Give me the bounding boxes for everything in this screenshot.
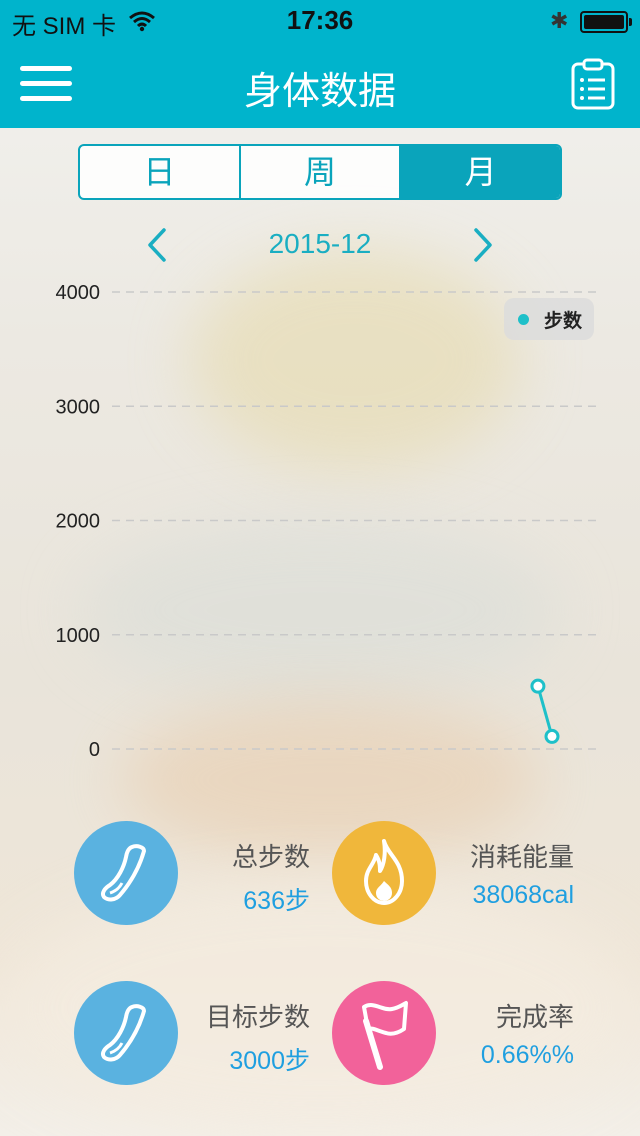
- energy-value: 38068cal: [472, 881, 574, 909]
- energy-label: 消耗能量: [469, 843, 574, 873]
- status-bar: 无 SIM 卡 17:36 ✱: [0, 0, 640, 40]
- data-point: [544, 728, 560, 744]
- target-steps-value: 3000步: [229, 1047, 310, 1075]
- energy-icon-circle: [332, 821, 436, 925]
- nav-bar: 身体数据: [0, 40, 640, 128]
- data-point: [530, 678, 546, 694]
- legend-dot: [518, 314, 529, 325]
- series-line: [536, 685, 554, 737]
- total-steps-label: 总步数: [231, 843, 310, 873]
- steps-line-chart: 4000 3000 2000 1000 0: [56, 282, 600, 761]
- segment-month[interactable]: 月: [401, 146, 560, 198]
- segment-day[interactable]: 日: [80, 146, 241, 198]
- total-steps-icon-circle: [74, 821, 178, 925]
- completion-icon-circle: [332, 981, 436, 1085]
- chart-legend: 步数: [504, 298, 594, 340]
- legend-label: 步数: [544, 310, 583, 332]
- period-segmented-control: 日 周 月: [78, 144, 562, 200]
- y-tick-label: 0: [89, 739, 100, 761]
- completion-label: 完成率: [495, 1003, 574, 1033]
- shoe-icon: [100, 844, 146, 902]
- y-tick-label: 3000: [56, 396, 101, 418]
- page-title: 身体数据: [243, 69, 396, 113]
- completion-value: 0.66%%: [480, 1041, 574, 1069]
- flag-icon: [362, 1001, 408, 1070]
- total-steps-value: 636步: [243, 887, 310, 915]
- battery-icon: [580, 11, 632, 33]
- segment-week[interactable]: 周: [241, 146, 402, 198]
- flame-icon: [364, 839, 404, 905]
- y-tick-label: 4000: [56, 282, 101, 304]
- y-tick-label: 1000: [56, 625, 101, 647]
- bluetooth-icon: ✱: [550, 8, 569, 33]
- y-tick-label: 2000: [56, 511, 101, 533]
- month-navigation: 2015-12: [0, 222, 640, 266]
- chevron-right-icon[interactable]: [466, 226, 500, 264]
- target-steps-label: 目标步数: [205, 1003, 310, 1033]
- current-month: 2015-12: [268, 228, 372, 259]
- clipboard-icon[interactable]: [570, 58, 616, 110]
- status-time: 17:36: [286, 5, 354, 35]
